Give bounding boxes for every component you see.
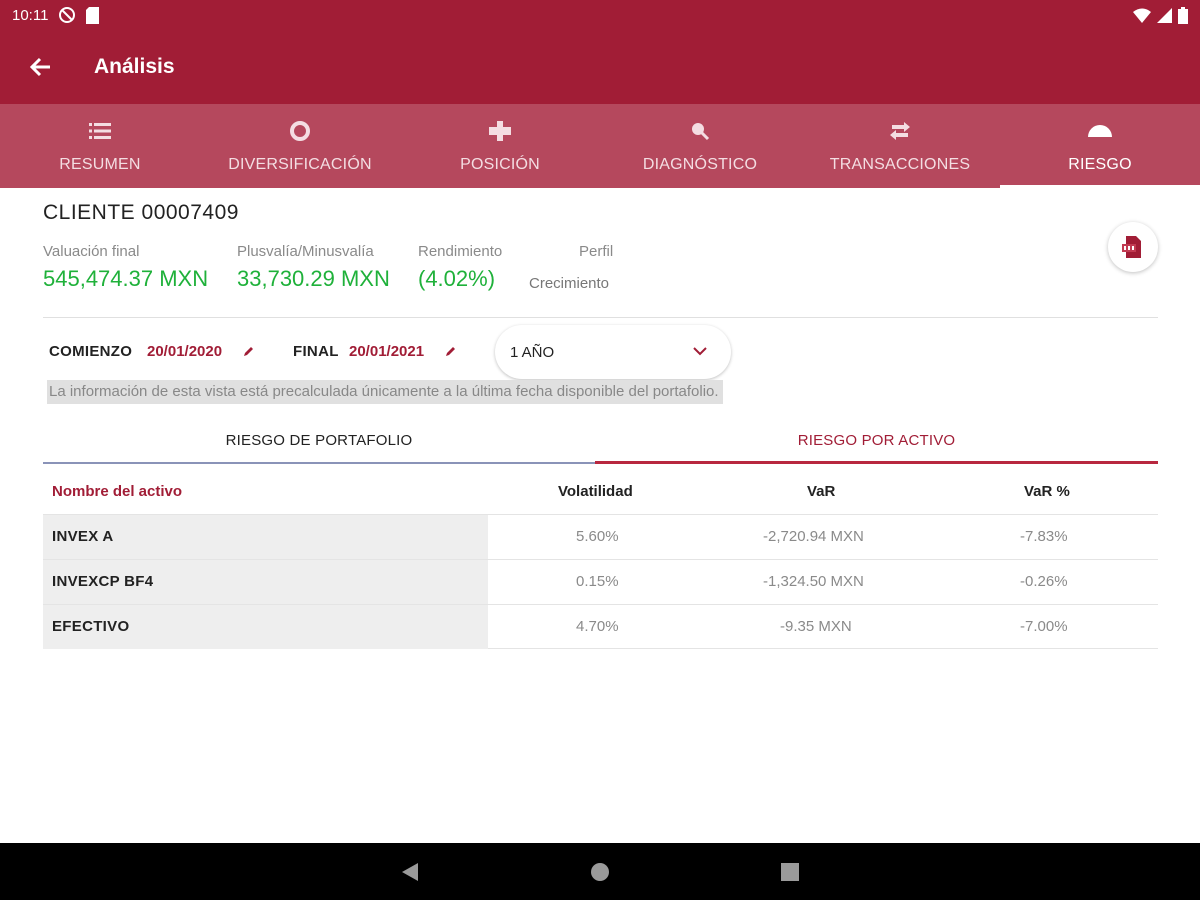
header-volatilidad: Volatilidad [558,483,633,500]
tab-label: TRANSACCIONES [829,156,971,173]
signal-icon [1157,7,1172,23]
triangle-back-icon [402,862,418,881]
rendimiento-value: (4.02%) [418,266,496,291]
nav-back-button[interactable] [380,843,440,900]
header-var: VaR [807,483,836,500]
info-notice: La información de esta vista está precal… [47,380,723,404]
tab-riesgo[interactable]: RIESGO [1000,104,1200,188]
var-pct-value: -0.26% [1020,573,1068,590]
tab-label: POSICIÓN [460,156,540,173]
sim-card-icon [86,6,100,24]
perfil-value: Crecimiento [529,275,610,292]
var-pct-value: -7.83% [1020,528,1068,545]
system-nav-bar [0,843,1200,900]
volatilidad-value: 5.60% [576,528,619,545]
var-pct-value: -7.00% [1020,618,1068,635]
edit-end-date-icon[interactable] [445,344,457,362]
asset-name: INVEX A [52,528,114,545]
period-selected: 1 AÑO [510,343,555,361]
client-title: CLIENTE 00007409 [43,201,239,224]
tab-label: RESUMEN [59,156,141,173]
header-nombre: Nombre del activo [52,483,183,500]
var-value: -2,720.94 MXN [763,528,864,545]
table-row: EFECTIVO 4.70% -9.35 MXN -7.00% [43,604,1158,649]
donut-icon [289,118,311,144]
tab-riesgo-activo[interactable]: RIESGO POR ACTIVO [595,416,1158,464]
tab-posicion[interactable]: POSICIÓN [400,104,600,188]
pdf-icon [1122,236,1141,258]
perfil-label: Perfil [579,243,614,260]
dnd-icon [58,6,76,24]
edit-start-date-icon[interactable] [243,344,255,362]
valuacion-value: 545,474.37 MXN [43,266,209,291]
list-icon [89,118,111,144]
asset-name: INVEXCP BF4 [52,573,154,590]
table-header: Nombre del activo Volatilidad VaR VaR % [43,470,1158,514]
square-recents-icon [781,862,799,881]
nav-home-button[interactable] [570,843,630,900]
end-date-value[interactable]: 20/01/2021 [349,343,424,360]
tab-resumen[interactable]: RESUMEN [0,104,200,188]
plusvalia-value: 33,730.29 MXN [237,266,390,291]
tab-label: RIESGO [1068,156,1132,173]
app-bar: Análisis [0,30,1200,104]
diagnostic-icon [690,118,710,144]
arrow-back-icon [30,57,50,77]
swap-icon [888,118,912,144]
var-value: -1,324.50 MXN [763,573,864,590]
start-date-label: COMIENZO [49,343,133,360]
chevron-down-icon [693,343,707,360]
var-value: -9.35 MXN [780,618,852,635]
tab-label: DIAGNÓSTICO [642,156,758,173]
tab-riesgo-portafolio[interactable]: RIESGO DE PORTAFOLIO [43,416,595,464]
header-var-pct: VaR % [1024,483,1070,500]
circle-home-icon [591,862,609,881]
tab-label: DIVERSIFICACIÓN [228,156,372,173]
pdf-export-button[interactable] [1108,222,1158,272]
page-title: Análisis [94,55,175,78]
divider [43,317,1158,318]
wifi-icon [1133,8,1151,23]
back-button[interactable] [0,30,84,104]
main-tabs: RESUMEN DIVERSIFICACIÓN POSICIÓN DIAGNÓS… [0,104,1200,188]
valuacion-label: Valuación final [43,243,140,260]
subtab-underline [43,462,595,464]
gauge-icon [1088,118,1112,144]
end-date-label: FINAL [293,343,339,360]
rendimiento-label: Rendimiento [418,243,503,260]
volatilidad-value: 0.15% [576,573,619,590]
subtab-active-indicator [595,461,1158,464]
start-date-value[interactable]: 20/01/2020 [147,343,222,360]
battery-icon [1178,6,1188,24]
status-time: 10:11 [12,6,49,24]
nav-recents-button[interactable] [760,843,820,900]
tab-transacciones[interactable]: TRANSACCIONES [800,104,1000,188]
tab-diversificacion[interactable]: DIVERSIFICACIÓN [200,104,400,188]
plusvalia-label: Plusvalía/Minusvalía [237,243,374,260]
volatilidad-value: 4.70% [576,618,619,635]
asset-name: EFECTIVO [52,618,130,635]
period-dropdown[interactable]: 1 AÑO [495,325,731,379]
status-bar: 10:11 [0,0,1200,30]
position-icon [489,118,511,144]
table-row: INVEXCP BF4 0.15% -1,324.50 MXN -0.26% [43,559,1158,604]
tab-diagnostico[interactable]: DIAGNÓSTICO [600,104,800,188]
table-row: INVEX A 5.60% -2,720.94 MXN -7.83% [43,514,1158,559]
